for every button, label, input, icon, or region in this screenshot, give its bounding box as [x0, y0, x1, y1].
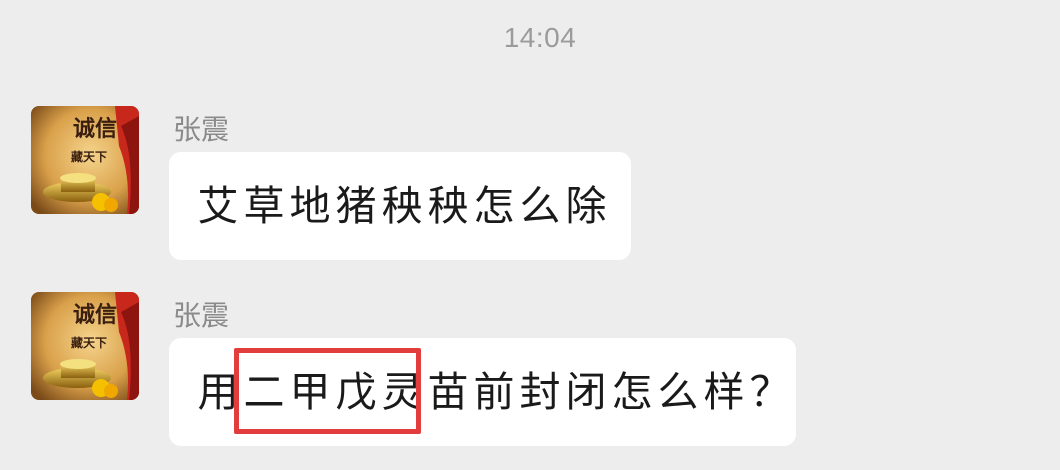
avatar-text-1: 诚信	[73, 116, 117, 142]
chat-message: 诚信 藏天下 张震 用二甲戊灵苗前封闭怎么样？	[0, 290, 1060, 460]
avatar[interactable]: 诚信 藏天下	[31, 292, 139, 400]
timestamp: 14:04	[503, 22, 577, 53]
avatar-text-1: 诚信	[73, 302, 117, 328]
message-text: 艾草地猪秧秧怎么除	[197, 182, 607, 230]
chat-message: 诚信 藏天下 张震 艾草地猪秧秧怎么除	[0, 104, 1060, 274]
avatar-image: 诚信 藏天下	[31, 292, 139, 400]
message-bubble[interactable]: 艾草地猪秧秧怎么除	[169, 152, 631, 260]
avatar[interactable]: 诚信 藏天下	[31, 106, 139, 214]
avatar-text-2: 藏天下	[71, 149, 107, 164]
highlight-box	[234, 348, 421, 434]
message-bubble[interactable]: 用二甲戊灵苗前封闭怎么样？	[169, 338, 796, 446]
avatar-text-2: 藏天下	[71, 335, 107, 350]
avatar-image: 诚信 藏天下	[31, 106, 139, 214]
sender-name: 张震	[173, 113, 230, 146]
sender-name: 张震	[173, 299, 230, 332]
